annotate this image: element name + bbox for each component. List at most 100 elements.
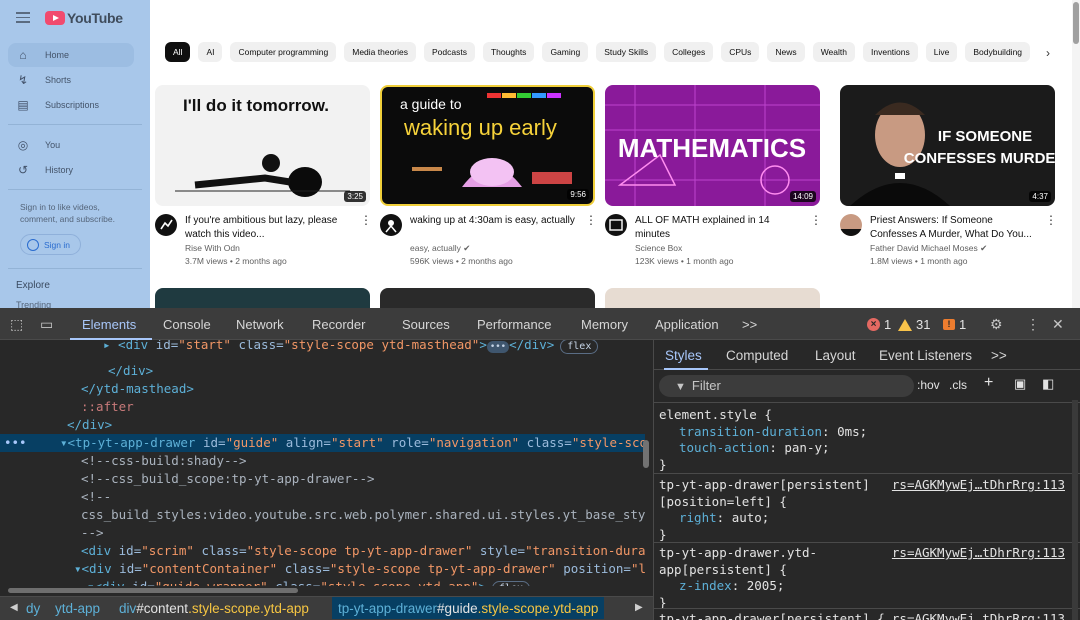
channel-avatar[interactable]: [155, 214, 177, 236]
dom-line[interactable]: css_build_styles:video.youtube.src.web.p…: [0, 506, 645, 524]
channel-name[interactable]: Rise With Odn: [185, 243, 240, 253]
device-toolbar-icon[interactable]: ▭: [40, 316, 53, 333]
video-thumbnail[interactable]: MATHEMATICS 14:09: [605, 85, 820, 206]
video-thumbnail[interactable]: [380, 288, 595, 308]
guide-item-you[interactable]: ◎ You: [8, 133, 134, 157]
more-options-icon[interactable]: ⋮: [810, 214, 822, 226]
dom-line[interactable]: -->: [0, 524, 645, 542]
dom-line[interactable]: ▾<div id="contentContainer" class="style…: [0, 560, 645, 578]
dom-line[interactable]: <div id="scrim" class="style-scope tp-yt…: [0, 542, 645, 560]
video-title[interactable]: Priest Answers: If Someone Confesses A M…: [870, 214, 1040, 241]
channel-name[interactable]: easy, actually ✔: [410, 243, 470, 254]
dom-line[interactable]: <!--: [0, 488, 645, 506]
flex-badge[interactable]: flex: [560, 340, 599, 354]
tab-computed[interactable]: Computed: [726, 348, 788, 363]
chip-news[interactable]: News: [767, 42, 805, 62]
page-scrollbar[interactable]: [1072, 0, 1080, 308]
video-card[interactable]: IF SOMEONE CONFESSES MURDER 4:37 Priest …: [840, 85, 1057, 274]
video-title[interactable]: waking up at 4:30am is easy, actually: [410, 214, 580, 228]
channel-avatar[interactable]: [605, 214, 627, 236]
menu-icon[interactable]: [16, 12, 30, 23]
chip-gaming[interactable]: Gaming: [542, 42, 589, 62]
elements-dom-tree[interactable]: ▸ <div id="start" class="style-scope ytd…: [0, 340, 653, 588]
video-card[interactable]: MATHEMATICS 14:09 ALL OF MATH explained …: [605, 85, 822, 274]
css-property[interactable]: z-index: 2005;: [659, 578, 1071, 595]
video-thumbnail[interactable]: I'll do it tomorrow. 3:25: [155, 85, 370, 206]
channel-name[interactable]: Science Box: [635, 243, 682, 253]
paint-icon[interactable]: ▣: [1014, 376, 1026, 392]
guide-item-home[interactable]: ⌂ Home: [8, 43, 134, 67]
chip-inventions[interactable]: Inventions: [863, 42, 918, 62]
styles-scrollbar[interactable]: [1072, 400, 1078, 620]
elements-scrollbar[interactable]: [643, 440, 649, 468]
chip-wealth[interactable]: Wealth: [812, 42, 855, 62]
breadcrumb-left-icon[interactable]: ◀: [10, 602, 18, 613]
more-options-icon[interactable]: ⋮: [585, 214, 597, 226]
css-property[interactable]: transition-duration: 0ms;: [659, 424, 1071, 441]
signin-button[interactable]: Sign in: [20, 234, 81, 255]
chip-ai[interactable]: AI: [198, 42, 223, 62]
issues-badge[interactable]: ! 1: [943, 317, 966, 332]
guide-item-history[interactable]: ↺ History: [8, 158, 134, 182]
tab-elements[interactable]: Elements: [82, 317, 136, 332]
video-thumbnail[interactable]: IF SOMEONE CONFESSES MURDER 4:37: [840, 85, 1055, 206]
add-rule-icon[interactable]: +: [984, 374, 993, 392]
more-options-icon[interactable]: ⋮: [1026, 316, 1040, 333]
chip-bodybuilding[interactable]: Bodybuilding: [965, 42, 1031, 62]
settings-gear-icon[interactable]: ⚙: [990, 316, 1003, 333]
tab-layout[interactable]: Layout: [815, 348, 856, 363]
chip-computer-programming[interactable]: Computer programming: [230, 42, 337, 62]
chip-cpus[interactable]: CPUs: [721, 42, 760, 62]
more-options-icon[interactable]: ⋮: [1045, 214, 1057, 226]
guide-item-shorts[interactable]: ↯ Shorts: [8, 68, 134, 92]
collapsed-dots[interactable]: •••: [486, 341, 510, 353]
rule-source-link[interactable]: rs=AGKMywEj…tDhrRrg:113: [892, 611, 1065, 620]
dom-line[interactable]: ::after: [0, 398, 645, 416]
chip-media-theories[interactable]: Media theories: [344, 42, 417, 62]
tab-performance[interactable]: Performance: [477, 317, 551, 332]
css-rule[interactable]: tp-yt-app-drawer.ytd- app[persistent] { …: [659, 545, 1071, 611]
tab-event-listeners[interactable]: Event Listeners: [879, 348, 972, 363]
video-card[interactable]: I'll do it tomorrow. 3:25 If you're ambi…: [155, 85, 372, 274]
more-options-icon[interactable]: ⋮: [360, 214, 372, 226]
channel-name[interactable]: Father David Michael Moses ✔: [870, 243, 987, 254]
tab-recorder[interactable]: Recorder: [312, 317, 365, 332]
chip-colleges[interactable]: Colleges: [664, 42, 714, 62]
guide-item-trending[interactable]: Trending: [16, 300, 51, 308]
tab-application[interactable]: Application: [655, 317, 719, 332]
tab-console[interactable]: Console: [163, 317, 211, 332]
video-thumbnail[interactable]: [605, 288, 820, 308]
guide-item-subscriptions[interactable]: ▤ Subscriptions: [8, 93, 134, 117]
chip-live[interactable]: Live: [925, 42, 958, 62]
chip-thoughts[interactable]: Thoughts: [482, 42, 535, 62]
channel-avatar[interactable]: [380, 214, 402, 236]
more-tabs-icon[interactable]: >>: [742, 317, 757, 332]
youtube-logo[interactable]: YouTube: [45, 10, 123, 26]
video-title[interactable]: If you're ambitious but lazy, please wat…: [185, 214, 355, 241]
inspect-element-icon[interactable]: ⬚: [10, 316, 23, 333]
hov-toggle[interactable]: :hov: [917, 378, 940, 392]
styles-filter-input[interactable]: ▼ Filter: [659, 375, 914, 397]
breadcrumb-item[interactable]: div#content.style-scope.ytd-app: [119, 601, 309, 616]
video-thumbnail[interactable]: [155, 288, 370, 308]
close-icon[interactable]: ✕: [1052, 316, 1064, 333]
more-tabs-icon[interactable]: >>: [991, 348, 1007, 363]
tab-styles[interactable]: Styles: [665, 348, 702, 363]
breadcrumb-item[interactable]: ytd-app: [55, 601, 100, 616]
css-rule[interactable]: element.style { transition-duration: 0ms…: [659, 407, 1071, 473]
css-rule[interactable]: tp-yt-app-drawer[persistent] [position=l…: [659, 477, 1071, 543]
video-title[interactable]: ALL OF MATH explained in 14 minutes: [635, 214, 805, 241]
rule-source-link[interactable]: rs=AGKMywEj…tDhrRrg:113: [892, 545, 1065, 562]
dom-line[interactable]: ▸ <div id="start" class="style-scope ytd…: [0, 340, 645, 354]
breadcrumb-item[interactable]: dy: [26, 601, 40, 616]
chip-all[interactable]: All: [165, 42, 191, 62]
breadcrumb-item-selected[interactable]: tp-yt-app-drawer#guide.style-scope.ytd-a…: [332, 597, 605, 619]
dom-line[interactable]: <!--css_build_scope:tp-yt-app-drawer-->: [0, 470, 645, 488]
cls-toggle[interactable]: .cls: [949, 378, 967, 392]
rule-source-link[interactable]: rs=AGKMywEj…tDhrRrg:113: [892, 477, 1065, 494]
tab-memory[interactable]: Memory: [581, 317, 628, 332]
dom-line[interactable]: <!--css-build:shady-->: [0, 452, 645, 470]
dom-line[interactable]: </ytd-masthead>: [0, 380, 645, 398]
video-card[interactable]: a guide to waking up early 9:56 waking u…: [380, 85, 597, 274]
css-rule[interactable]: tp-yt-app-drawer[persistent] { rs=AGKMyw…: [659, 611, 1071, 620]
